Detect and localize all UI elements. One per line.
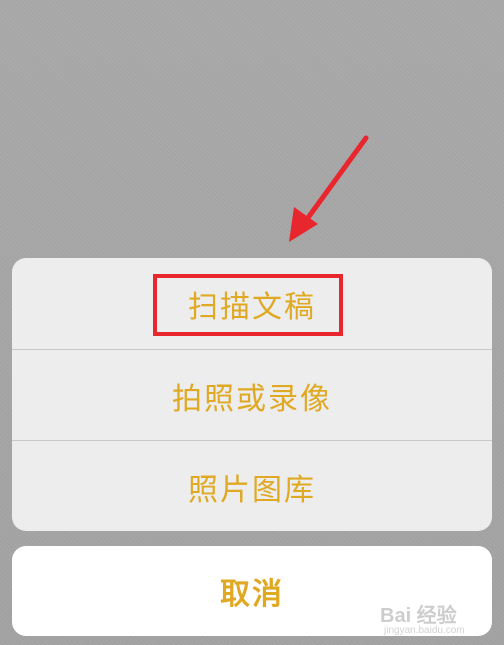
take-photo-or-video-label: 拍照或录像 [172, 381, 332, 417]
cancel-label: 取消 [220, 577, 284, 612]
photo-library-label: 照片图库 [188, 472, 316, 508]
cancel-button[interactable]: 取消 [12, 546, 492, 636]
photo-library-option[interactable]: 照片图库 [12, 440, 492, 531]
take-photo-or-video-option[interactable]: 拍照或录像 [12, 349, 492, 441]
scan-document-label: 扫描文稿 [188, 289, 316, 325]
action-sheet: 扫描文稿 拍照或录像 照片图库 [12, 258, 492, 531]
scan-document-option[interactable]: 扫描文稿 [12, 258, 492, 349]
